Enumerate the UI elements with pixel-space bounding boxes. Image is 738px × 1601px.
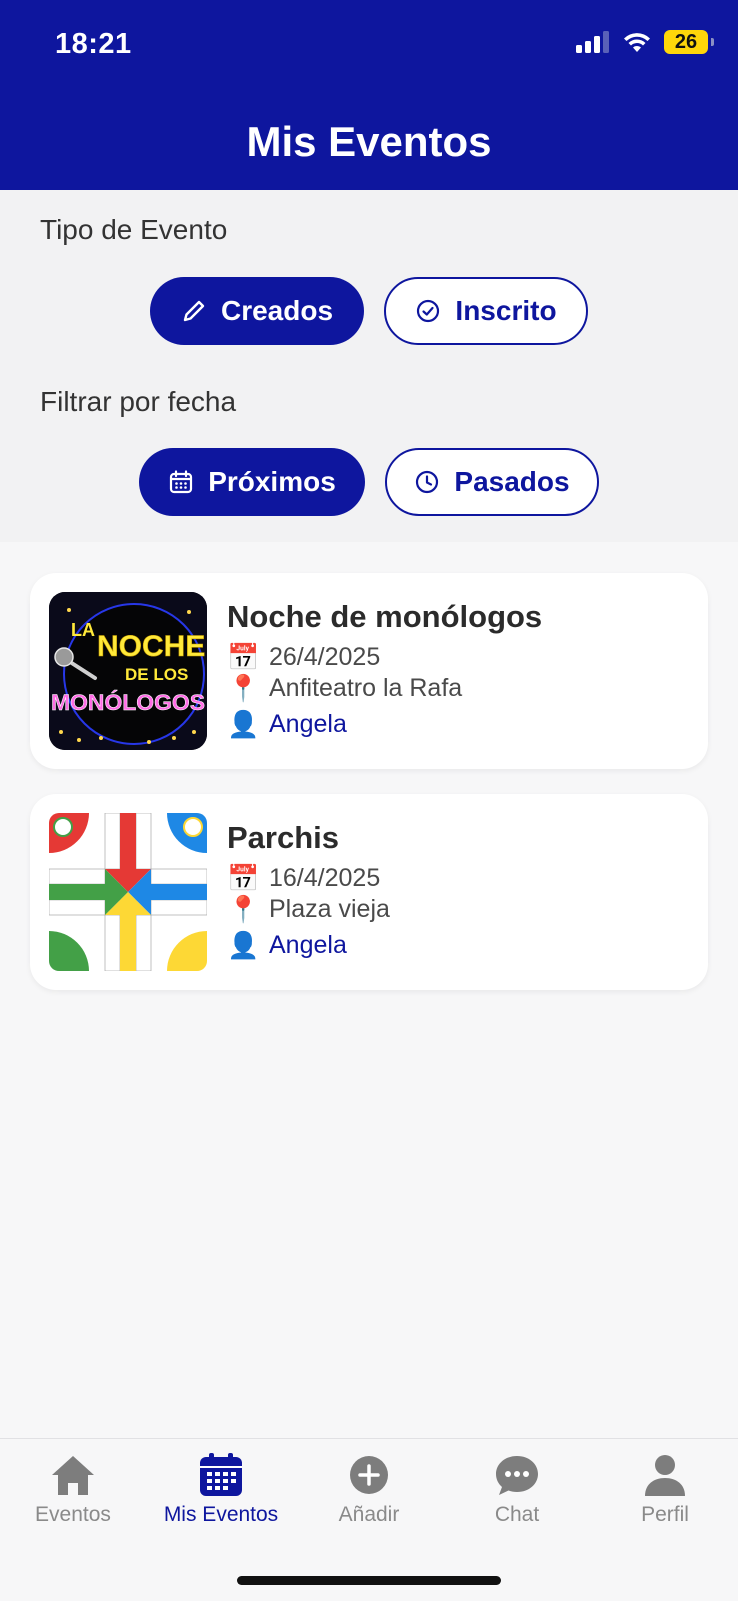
check-circle-icon [417, 299, 440, 323]
tab-perfil-label: Perfil [641, 1503, 689, 1526]
pin-icon: 📍 [227, 673, 260, 703]
pin-icon: 📍 [227, 894, 260, 924]
user-silhouette-icon: 👤 [227, 930, 260, 960]
filter-proximos-label: Próximos [208, 466, 336, 497]
filters-section: Tipo de Evento Creados Inscrito Filtrar … [0, 190, 738, 542]
status-icons: 26 [576, 30, 714, 54]
wifi-icon [624, 33, 650, 52]
event-title: Noche de monólogos [227, 599, 543, 634]
event-date: 16/4/2025 [269, 864, 381, 892]
filter-inscrito-label: Inscrito [455, 295, 557, 326]
tab-chat[interactable]: Chat [452, 1453, 582, 1527]
tab-chat-label: Chat [494, 1503, 540, 1526]
tab-perfil[interactable]: Perfil [600, 1453, 730, 1527]
page-title: Mis Eventos [246, 118, 492, 165]
clock-icon [416, 470, 439, 494]
date-filter-label: Filtrar por fecha [40, 386, 237, 417]
user-silhouette-icon: 👤 [227, 709, 260, 739]
tab-anadir-label: Añadir [338, 1503, 400, 1526]
app-header: 18:21 26 Mis Eventos [0, 0, 738, 190]
tab-eventos[interactable]: Eventos [8, 1453, 138, 1527]
tab-anadir[interactable]: Añadir [304, 1453, 434, 1527]
event-location: Plaza vieja [269, 895, 390, 923]
tab-mis-eventos-label: Mis Eventos [163, 1503, 279, 1526]
pencil-icon [183, 300, 205, 322]
status-time: 18:21 [55, 28, 132, 60]
event-title: Parchis [227, 820, 340, 855]
filter-creados-button[interactable]: Creados [150, 277, 364, 345]
event-date: 26/4/2025 [269, 643, 381, 671]
chat-bubble-icon [496, 1456, 538, 1495]
event-organizer[interactable]: Angela [269, 931, 347, 960]
monologos-poster: LA NOCHE DE LOS MONÓLOGOS [49, 592, 207, 750]
home-indicator [237, 1576, 501, 1585]
parchis-board [49, 813, 207, 971]
tab-eventos-label: Eventos [35, 1503, 111, 1526]
person-icon [645, 1455, 685, 1496]
event-thumbnail: LA NOCHE DE LOS MONÓLOGOS [49, 592, 207, 750]
event-type-label: Tipo de Evento [40, 214, 228, 245]
event-card[interactable]: LA NOCHE DE LOS MONÓLOGOS Noche de monól… [30, 573, 708, 769]
calendar-emoji-icon: 📅 [227, 642, 260, 672]
poster-text-noche: NOCHE [97, 630, 205, 663]
event-date-row: 📅 26/4/2025 [227, 642, 380, 673]
add-circle-icon [350, 1456, 388, 1494]
event-thumbnail [49, 813, 207, 971]
poster-text-monologos: MONÓLOGOS [51, 690, 205, 715]
poster-text-delos: DE LOS [125, 665, 188, 684]
battery-indicator: 26 [664, 30, 714, 54]
home-icon [52, 1456, 94, 1495]
filter-inscrito-button[interactable]: Inscrito [384, 277, 588, 345]
event-organizer-row: 👤 Angela [227, 709, 347, 740]
signal-icon [576, 31, 609, 53]
filter-pasados-button[interactable]: Pasados [385, 448, 599, 516]
event-location-row: 📍 Plaza vieja [227, 894, 390, 925]
calendar-grid-icon [200, 1453, 242, 1496]
filter-proximos-button[interactable]: Próximos [139, 448, 365, 516]
event-date-row: 📅 16/4/2025 [227, 863, 380, 894]
event-location: Anfiteatro la Rafa [269, 674, 463, 702]
event-card[interactable]: Parchis 📅 16/4/2025 📍 Plaza vieja 👤 Ange… [30, 794, 708, 990]
filter-pasados-label: Pasados [454, 466, 570, 497]
event-location-row: 📍 Anfiteatro la Rafa [227, 673, 462, 704]
tab-mis-eventos[interactable]: Mis Eventos [156, 1453, 286, 1527]
calendar-emoji-icon: 📅 [227, 863, 260, 893]
event-organizer-row: 👤 Angela [227, 930, 347, 961]
event-organizer[interactable]: Angela [269, 710, 347, 739]
poster-text-la: LA [71, 620, 95, 640]
filter-creados-label: Creados [220, 295, 334, 326]
calendar-icon [170, 470, 193, 494]
